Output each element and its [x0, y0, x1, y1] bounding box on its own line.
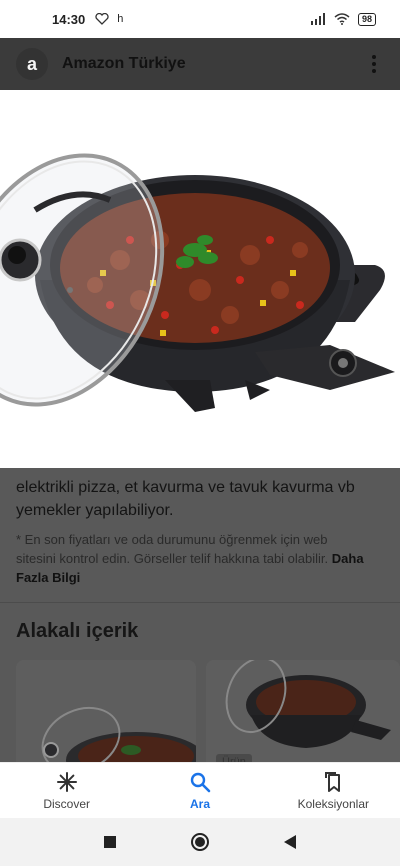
amazon-logo: a [16, 48, 48, 80]
section-divider [0, 602, 400, 603]
product-description: elektrikli pizza, et kavurma ve tavuk ka… [16, 479, 355, 519]
heart-icon [95, 13, 109, 25]
nav-search[interactable]: Ara [133, 763, 266, 818]
status-bar: 14:30 h 98 [0, 0, 400, 38]
dimmed-page: a Amazon Türkiye elektrikli pizza, et ka… [0, 38, 400, 762]
back-icon[interactable] [278, 830, 302, 854]
status-time: 14:30 [52, 11, 86, 27]
recents-icon[interactable] [98, 830, 122, 854]
battery-indicator: 98 [357, 12, 376, 26]
related-content-heading: Alakalı içerik [16, 620, 139, 642]
system-navigation [0, 818, 400, 866]
related-card[interactable] [16, 660, 196, 762]
nav-discover[interactable]: Discover [0, 763, 133, 818]
asterisk-icon [56, 771, 78, 793]
home-icon[interactable] [188, 830, 212, 854]
bottom-navigation: Discover Ara Koleksiyonlar [0, 762, 400, 818]
related-pan-image [16, 660, 196, 762]
related-pan-image [206, 660, 400, 762]
product-badge: Ürün [216, 754, 252, 762]
search-icon [189, 771, 211, 793]
related-card[interactable]: Ürün [206, 660, 400, 762]
page-content: elektrikli pizza, et kavurma ve tavuk ka… [0, 468, 400, 762]
more-options-icon[interactable] [364, 52, 384, 76]
product-image[interactable] [0, 90, 400, 468]
collections-icon [322, 771, 344, 793]
site-name[interactable]: Amazon Türkiye [62, 55, 186, 73]
nav-search-label: Ara [189, 796, 210, 811]
electric-pan-illustration [0, 90, 400, 468]
disclaimer-note: * En son fiyatları ve oda durumunu öğren… [16, 532, 364, 585]
nav-collections[interactable]: Koleksiyonlar [267, 763, 400, 818]
signal-icon [310, 13, 325, 25]
status-extra-indicator: h [117, 13, 124, 25]
wifi-icon [334, 13, 350, 25]
nav-collections-label: Koleksiyonlar [297, 796, 369, 811]
site-header: a Amazon Türkiye [0, 38, 400, 90]
nav-discover-label: Discover [43, 796, 90, 811]
